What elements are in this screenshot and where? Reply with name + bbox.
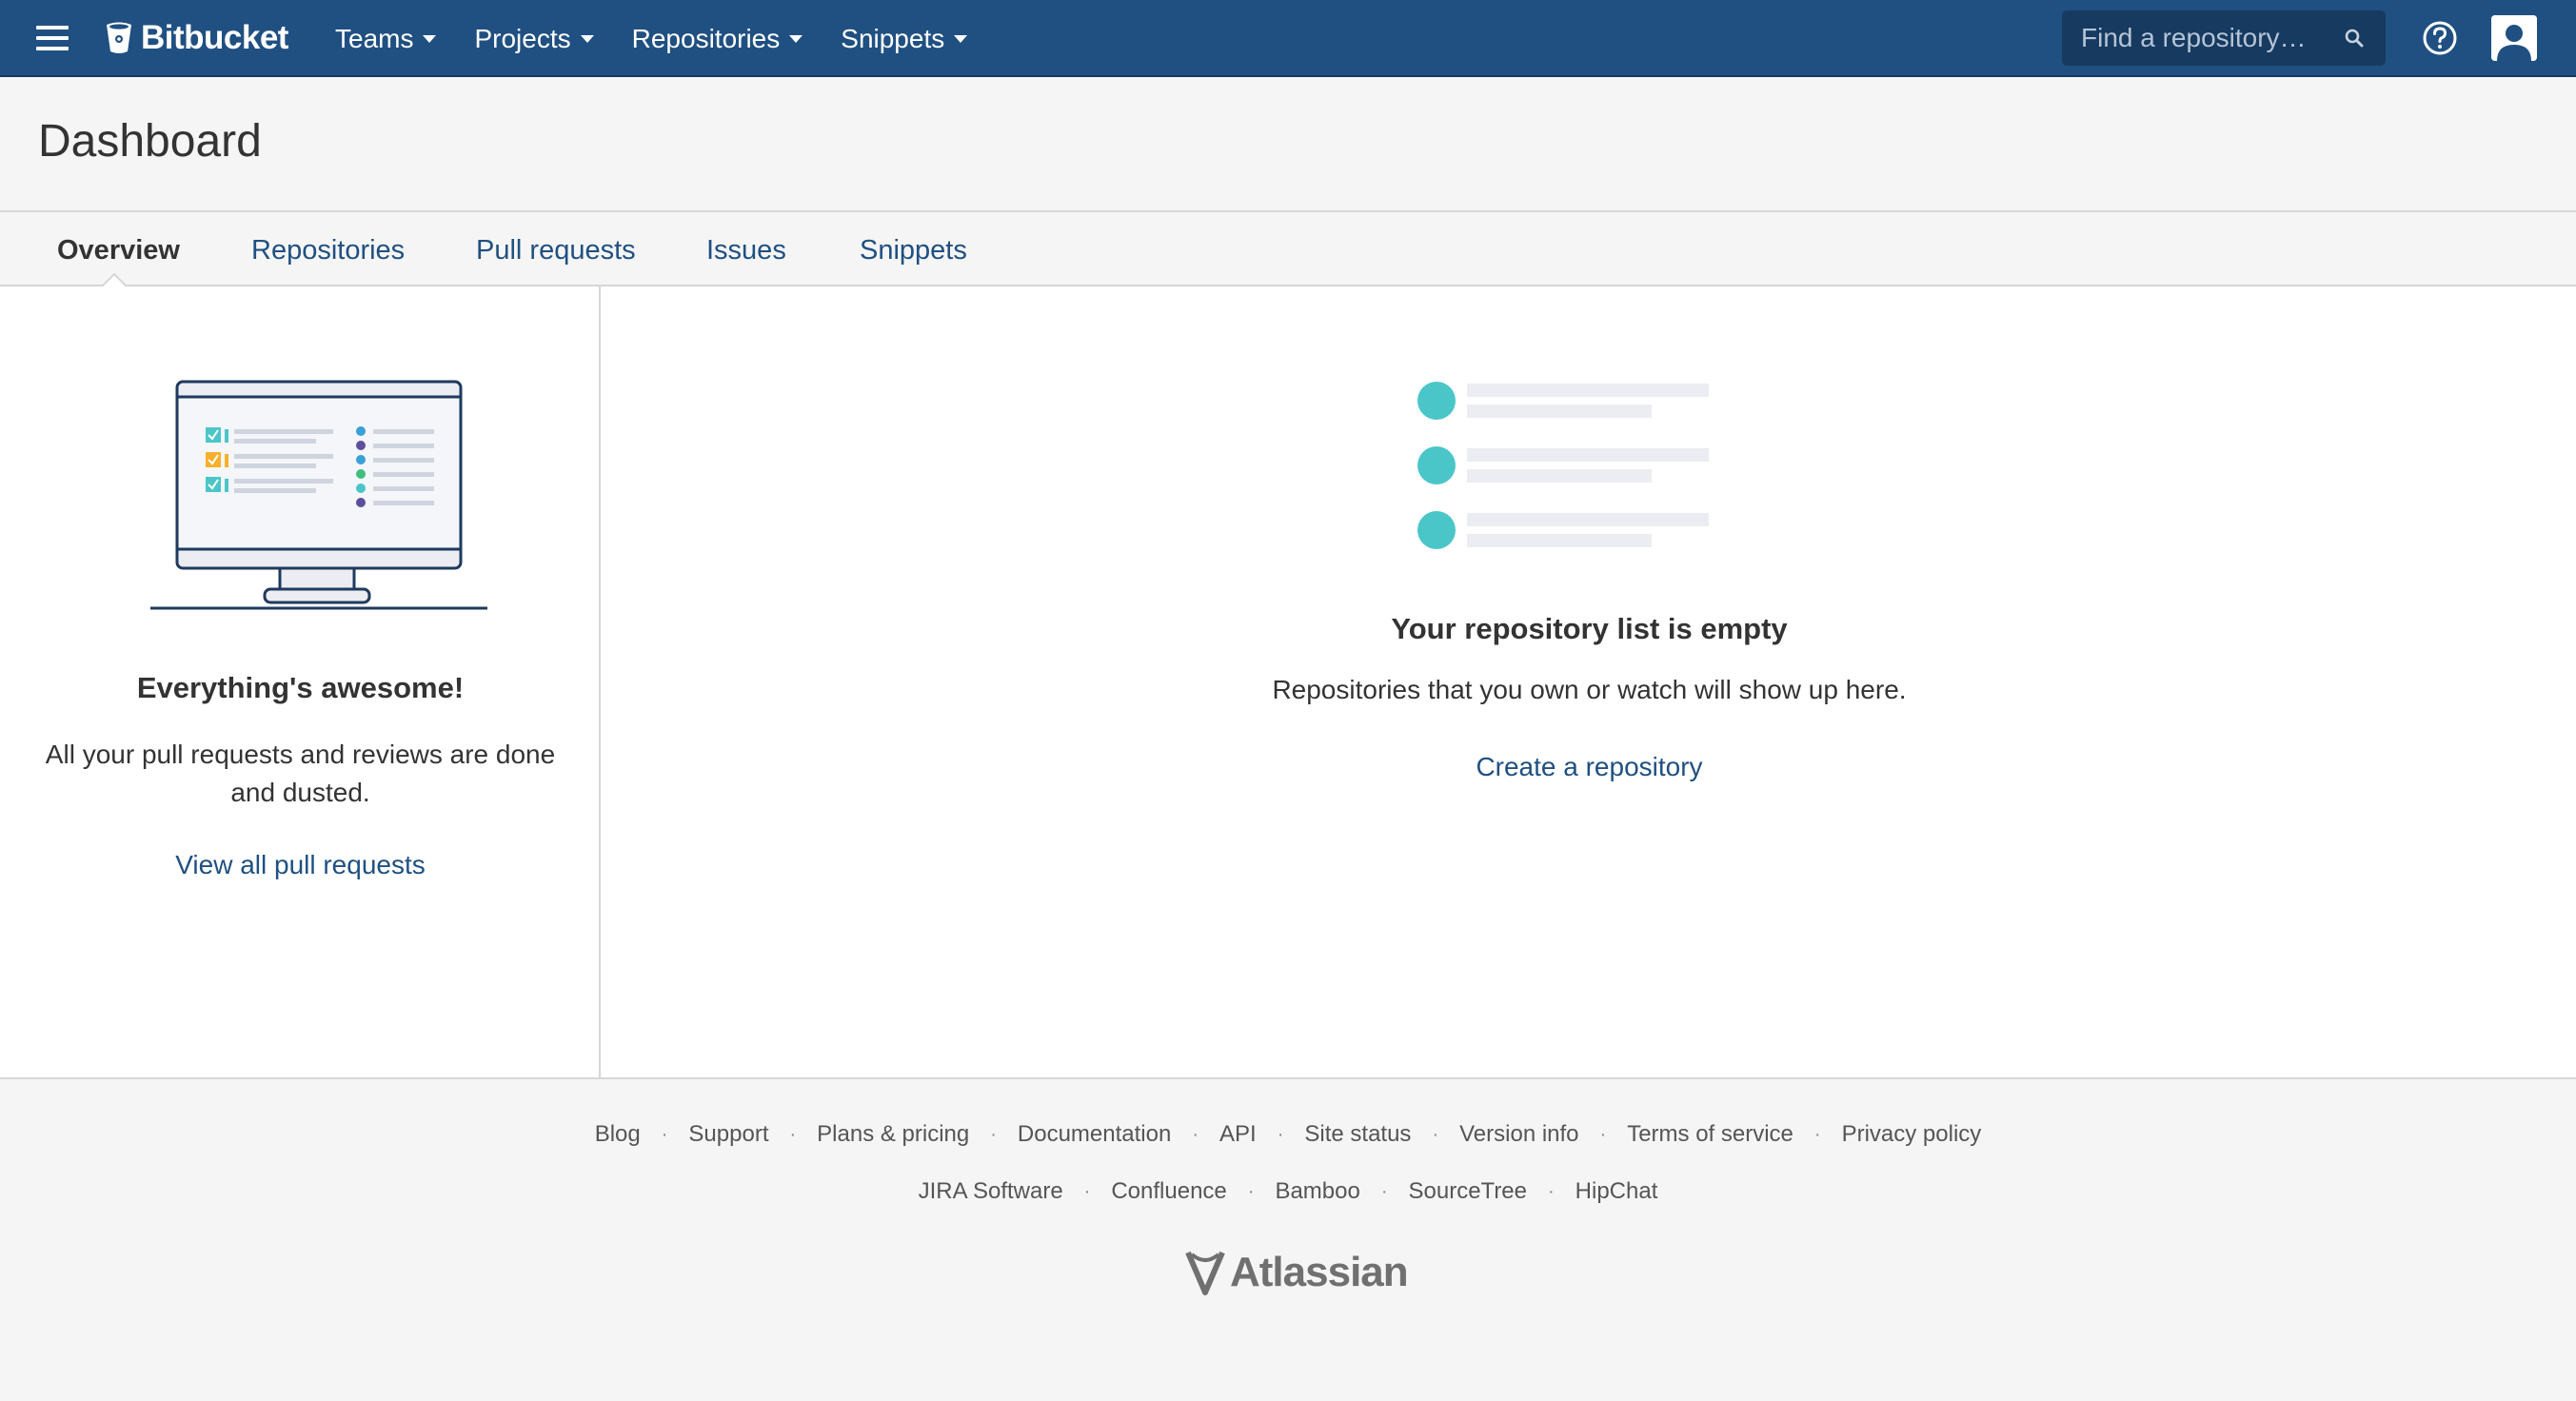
nav-teams-label: Teams xyxy=(335,23,414,53)
tab-repositories[interactable]: Repositories xyxy=(251,235,405,266)
chevron-down-icon xyxy=(580,34,594,43)
footer-link-bamboo[interactable]: Bamboo xyxy=(1275,1178,1359,1205)
pull-requests-message: All your pull requests and reviews are d… xyxy=(45,740,556,807)
footer-link-privacy[interactable]: Privacy policy xyxy=(1842,1121,1982,1148)
footer-links-products: JIRA Software · Confluence · Bamboo · So… xyxy=(0,1178,2576,1205)
atlassian-logo-icon xyxy=(1185,1251,1225,1295)
atlassian-logo[interactable]: Atlassian xyxy=(1184,1249,1409,1296)
atlassian-wordmark: Atlassian xyxy=(1230,1249,1409,1295)
dashboard-tabs: Overview Repositories Pull requests Issu… xyxy=(0,212,2576,287)
active-tab-pointer xyxy=(101,272,128,287)
chevron-down-icon xyxy=(423,34,437,43)
separator: · xyxy=(1432,1123,1439,1145)
footer-link-plans-pricing[interactable]: Plans & pricing xyxy=(817,1121,969,1148)
empty-list-illustration-icon xyxy=(1417,382,1709,549)
create-repository-link[interactable]: Create a repository xyxy=(603,752,2576,782)
nav-repositories-label: Repositories xyxy=(631,23,781,53)
repositories-empty-heading: Your repository list is empty xyxy=(1391,612,1788,645)
nav-projects-label: Projects xyxy=(474,23,571,53)
user-avatar-icon[interactable] xyxy=(2491,15,2537,61)
separator: · xyxy=(990,1123,997,1145)
main-nav: Teams Projects Repositories Snippets xyxy=(335,0,1005,77)
separator: · xyxy=(1813,1123,1821,1145)
footer: Blog · Support · Plans & pricing · Docum… xyxy=(0,1079,2576,1401)
separator: · xyxy=(1192,1123,1199,1145)
footer-link-site-status[interactable]: Site status xyxy=(1304,1121,1411,1148)
tab-overview[interactable]: Overview xyxy=(57,235,180,266)
separator: · xyxy=(661,1123,668,1145)
pull-requests-panel: Everything's awesome! All your pull requ… xyxy=(0,286,601,1077)
search-icon[interactable] xyxy=(2344,28,2365,49)
chevron-down-icon xyxy=(954,34,968,43)
separator: · xyxy=(1599,1123,1607,1145)
help-icon[interactable] xyxy=(2421,19,2459,57)
nav-teams[interactable]: Teams xyxy=(335,23,437,54)
view-all-pull-requests-link[interactable]: View all pull requests xyxy=(0,850,601,880)
top-navigation-bar: Bitbucket Teams Projects Repositories Sn… xyxy=(0,0,2576,77)
footer-link-version-info[interactable]: Version info xyxy=(1459,1121,1578,1148)
separator: · xyxy=(1380,1180,1388,1202)
footer-link-jira[interactable]: JIRA Software xyxy=(919,1178,1063,1205)
footer-link-support[interactable]: Support xyxy=(688,1121,768,1148)
dashboard-content: Everything's awesome! All your pull requ… xyxy=(0,286,2576,1079)
repository-search xyxy=(2062,10,2386,66)
repositories-empty-message: Repositories that you own or watch will … xyxy=(1272,675,1907,704)
separator: · xyxy=(1247,1180,1255,1202)
repositories-panel: Your repository list is empty Repositori… xyxy=(603,286,2576,1077)
bitbucket-home-link[interactable]: Bitbucket xyxy=(105,17,288,59)
separator: · xyxy=(1277,1123,1284,1145)
nav-repositories[interactable]: Repositories xyxy=(632,24,803,54)
nav-snippets[interactable]: Snippets xyxy=(841,23,968,54)
footer-link-terms[interactable]: Terms of service xyxy=(1627,1121,1793,1148)
footer-link-confluence[interactable]: Confluence xyxy=(1111,1178,1226,1205)
page-title: Dashboard xyxy=(38,116,262,167)
monitor-illustration-icon xyxy=(150,380,487,610)
pull-requests-heading: Everything's awesome! xyxy=(136,671,465,704)
nav-snippets-label: Snippets xyxy=(841,23,945,53)
brand-name: Bitbucket xyxy=(141,19,288,56)
chevron-down-icon xyxy=(789,34,803,43)
page-header: Dashboard xyxy=(0,77,2576,212)
footer-links-primary: Blog · Support · Plans & pricing · Docum… xyxy=(0,1121,2576,1148)
tab-snippets[interactable]: Snippets xyxy=(860,235,967,266)
separator: · xyxy=(1548,1180,1555,1202)
footer-link-api[interactable]: API xyxy=(1219,1121,1257,1148)
tab-pull-requests[interactable]: Pull requests xyxy=(476,235,636,266)
footer-link-documentation[interactable]: Documentation xyxy=(1018,1121,1171,1148)
separator: · xyxy=(789,1123,797,1145)
footer-link-sourcetree[interactable]: SourceTree xyxy=(1409,1178,1528,1205)
menu-icon[interactable] xyxy=(36,26,69,50)
footer-link-hipchat[interactable]: HipChat xyxy=(1575,1178,1658,1205)
separator: · xyxy=(1083,1180,1091,1202)
bitbucket-logo-icon xyxy=(107,22,131,53)
search-input[interactable] xyxy=(2081,23,2328,53)
nav-projects[interactable]: Projects xyxy=(474,23,594,54)
tab-issues[interactable]: Issues xyxy=(706,235,786,266)
footer-link-blog[interactable]: Blog xyxy=(595,1121,641,1148)
